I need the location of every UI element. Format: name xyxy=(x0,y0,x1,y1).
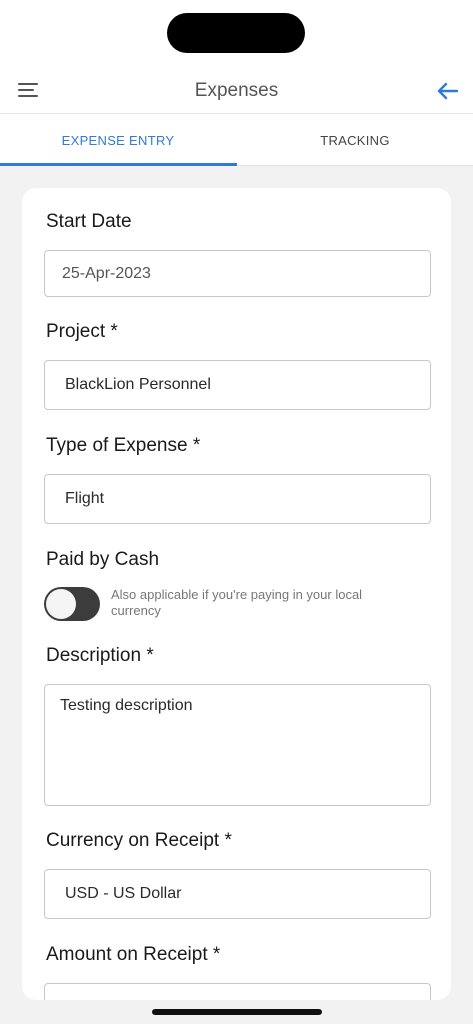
description-label: Description * xyxy=(46,645,154,666)
tab-tracking[interactable]: TRACKING xyxy=(237,114,473,166)
toggle-knob xyxy=(46,589,76,619)
start-date-field[interactable]: 25-Apr-2023 xyxy=(44,250,431,297)
dynamic-island xyxy=(167,13,305,53)
amount-label: Amount on Receipt * xyxy=(46,944,221,965)
description-field[interactable]: Testing description xyxy=(44,684,431,806)
paid-by-cash-label: Paid by Cash xyxy=(46,549,160,570)
home-indicator xyxy=(152,1009,322,1015)
status-bar xyxy=(0,0,473,70)
expense-type-label: Type of Expense * xyxy=(46,435,201,456)
expense-type-field[interactable]: Flight xyxy=(44,474,431,524)
project-field[interactable]: BlackLion Personnel xyxy=(44,360,431,410)
amount-field[interactable] xyxy=(44,983,431,1000)
start-date-label: Start Date xyxy=(46,211,132,232)
arrow-left-icon[interactable] xyxy=(435,78,461,104)
currency-field[interactable]: USD - US Dollar xyxy=(44,869,431,919)
expense-form-card: Start Date 25-Apr-2023 Project * BlackLi… xyxy=(22,188,451,1000)
tab-expense-entry[interactable]: EXPENSE ENTRY xyxy=(0,114,236,166)
paid-by-cash-toggle[interactable] xyxy=(44,587,100,621)
active-tab-indicator xyxy=(0,163,237,166)
tab-bar: EXPENSE ENTRY TRACKING xyxy=(0,114,473,166)
paid-by-cash-hint: Also applicable if you're paying in your… xyxy=(111,587,363,618)
currency-label: Currency on Receipt * xyxy=(46,830,232,851)
page-title: Expenses xyxy=(194,80,279,101)
header-bar: Expenses xyxy=(0,70,473,114)
project-label: Project * xyxy=(46,321,118,342)
